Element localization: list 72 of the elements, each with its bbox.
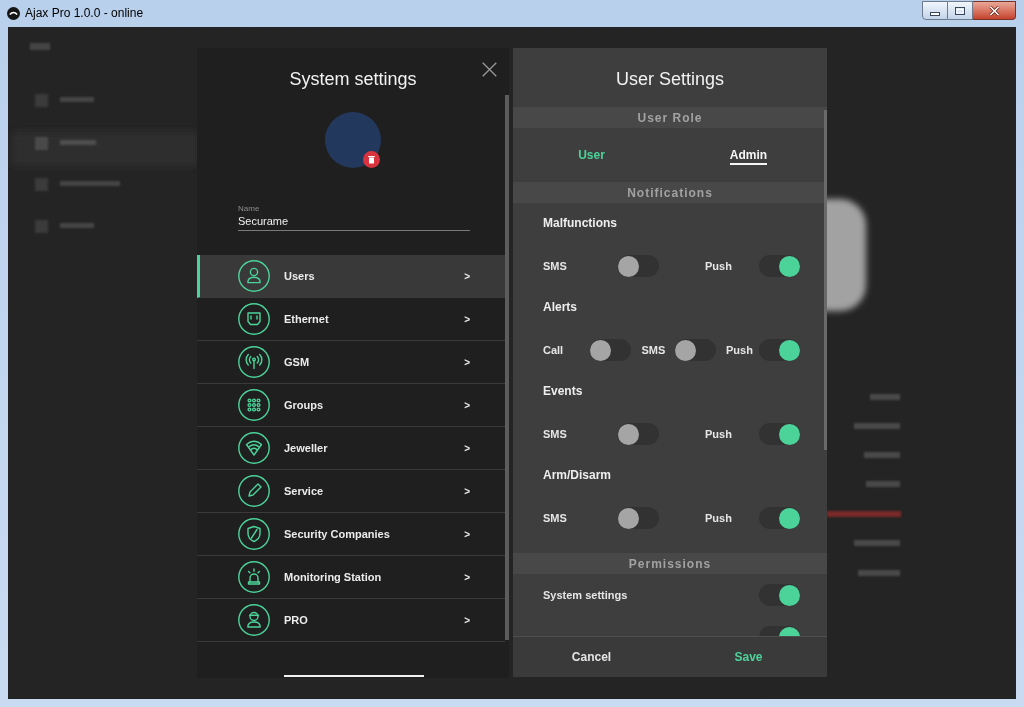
window-title: Ajax Pro 1.0.0 - online <box>25 7 144 20</box>
menu-item[interactable]: Ethernet > <box>197 298 505 341</box>
menu-item[interactable]: Groups > <box>197 384 505 427</box>
toggle-label: Push <box>705 426 732 442</box>
dialog-title: User Settings <box>615 68 724 91</box>
toggle-label: Call <box>543 342 564 358</box>
menu-item[interactable]: Jeweller > <box>197 427 505 470</box>
close-button[interactable] <box>481 61 498 78</box>
toggle-switch[interactable] <box>618 423 659 445</box>
toggle-label: SMS <box>543 426 567 442</box>
blurred-sidebar-icon <box>35 94 48 107</box>
dot-grid-icon <box>238 389 270 421</box>
wifi-shield-icon <box>238 432 270 464</box>
shield-icon <box>238 518 270 550</box>
maximize-button[interactable] <box>948 1 973 20</box>
maximize-icon <box>955 6 965 15</box>
dialog-title: System settings <box>289 68 417 91</box>
antenna-icon <box>238 346 270 378</box>
menu-item[interactable]: Monitoring Station > <box>197 556 505 599</box>
menu-item[interactable]: PRO > <box>197 599 505 642</box>
menu-item[interactable]: GSM > <box>197 341 505 384</box>
section-header: Permissions <box>513 553 827 574</box>
toggle-switch[interactable] <box>759 339 800 361</box>
name-field[interactable]: Securame <box>238 214 470 231</box>
section-header: User Role <box>513 107 827 128</box>
minimize-icon <box>930 11 940 16</box>
cancel-button[interactable]: Cancel <box>567 646 616 668</box>
toggle-switch[interactable] <box>618 255 659 277</box>
group-title: Malfunctions <box>543 215 617 232</box>
toggle-label: Push <box>726 342 753 358</box>
toggle-label: SMS <box>543 258 567 274</box>
logo-icon <box>7 7 20 20</box>
toggle-switch[interactable] <box>759 584 800 606</box>
toggle-switch[interactable] <box>759 255 800 277</box>
scrollbar[interactable] <box>824 110 827 450</box>
role-tab[interactable]: User <box>578 148 605 165</box>
menu-item[interactable]: Security Companies > <box>197 513 505 556</box>
person-icon <box>238 604 270 636</box>
group-title: Arm/Disarm <box>543 467 612 484</box>
siren-icon <box>238 561 270 593</box>
close-icon <box>988 5 1000 16</box>
toggle-label: SMS <box>641 342 666 358</box>
minimize-button[interactable] <box>922 1 948 20</box>
toggle-label: Push <box>705 510 732 526</box>
user-icon <box>238 260 270 292</box>
toggle-label: Push <box>705 258 732 274</box>
trash-icon[interactable] <box>363 151 380 168</box>
photo-placeholder <box>325 112 381 168</box>
group-title: Alerts <box>543 299 577 316</box>
ethernet-port-icon <box>238 303 270 335</box>
menu-item[interactable]: Service > <box>197 470 505 513</box>
scrollbar[interactable] <box>505 95 509 640</box>
toggle-switch[interactable] <box>759 507 800 529</box>
permission-label: System settings <box>543 587 628 603</box>
toggle-switch[interactable] <box>759 423 800 445</box>
group-title: Events <box>543 383 583 400</box>
window-close-button[interactable] <box>973 1 1016 20</box>
blurred-sidebar-icon <box>35 137 48 150</box>
blurred-logo <box>30 43 50 50</box>
close-icon <box>482 62 497 77</box>
blurred-sidebar-icon <box>35 178 48 191</box>
toggle-switch[interactable] <box>590 339 631 361</box>
save-button[interactable]: Save <box>730 646 767 668</box>
toggle-label: SMS <box>543 510 567 526</box>
section-header: Notifications <box>513 182 827 203</box>
field-label: Name <box>238 204 260 214</box>
blurred-sidebar-icon <box>35 220 48 233</box>
menu-item[interactable]: Users > <box>197 255 505 298</box>
toggle-switch[interactable] <box>618 507 659 529</box>
pencil-icon <box>238 475 270 507</box>
role-tab[interactable]: Admin <box>729 148 768 165</box>
toggle-switch[interactable] <box>674 339 716 361</box>
